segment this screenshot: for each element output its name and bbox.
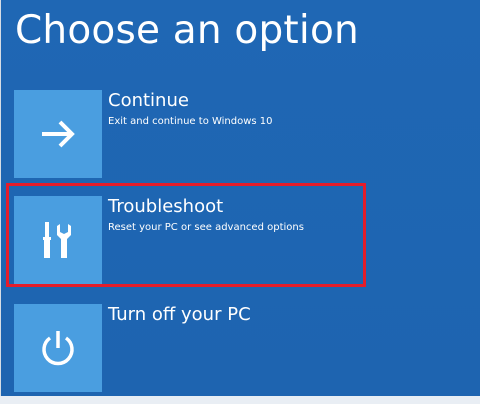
continue-option[interactable]: Continue Exit and continue to Windows 10 (14, 90, 454, 180)
recovery-screen: Choose an option Continue Exit and conti… (0, 0, 480, 404)
troubleshoot-label: Troubleshoot (108, 196, 224, 217)
turn-off-option[interactable]: Turn off your PC (14, 304, 454, 394)
screwdriver-wrench-icon (43, 222, 71, 258)
troubleshoot-option[interactable]: Troubleshoot Reset your PC or see advanc… (14, 196, 454, 286)
troubleshoot-tile[interactable] (14, 196, 102, 284)
troubleshoot-description: Reset your PC or see advanced options (108, 222, 304, 233)
continue-label: Continue (108, 90, 189, 111)
continue-description: Exit and continue to Windows 10 (108, 116, 273, 127)
turn-off-label: Turn off your PC (108, 304, 251, 325)
left-border (0, 0, 1, 404)
bottom-border (0, 396, 480, 404)
arrow-right-icon (42, 120, 75, 148)
turn-off-tile[interactable] (14, 304, 102, 392)
power-icon (42, 331, 74, 366)
page-title: Choose an option (15, 8, 359, 53)
continue-tile[interactable] (14, 90, 102, 178)
